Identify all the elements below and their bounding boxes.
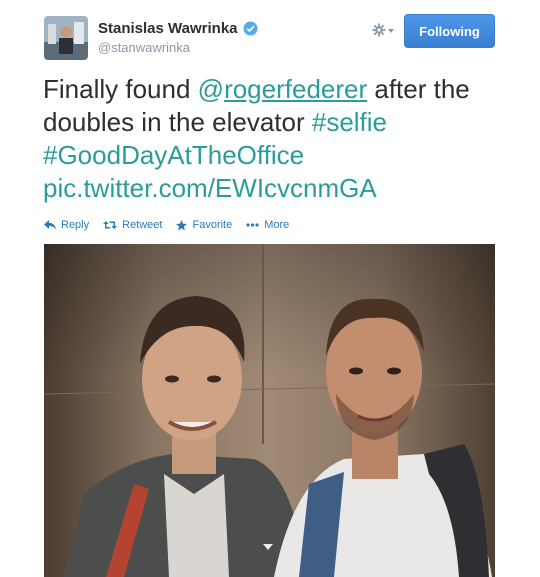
mention-at: @ [197, 74, 225, 104]
hashtag-link[interactable]: #GoodDayAtTheOffice [43, 140, 304, 170]
more-button[interactable]: More [246, 219, 289, 231]
avatar-image [44, 16, 88, 60]
tweet-photo[interactable] [44, 244, 495, 577]
tweet-card: Stanislas Wawrinka @stanwawrinka Followi… [0, 0, 540, 577]
user-handle[interactable]: @stanwawrinka [98, 40, 258, 55]
retweet-label: Retweet [122, 219, 163, 231]
tweet-actions: Reply Retweet Favorite More [44, 219, 289, 231]
reply-icon [44, 220, 56, 230]
user-names: Stanislas Wawrinka @stanwawrinka [98, 20, 258, 55]
star-icon [176, 219, 188, 231]
mention-name: rogerfederer [224, 74, 368, 104]
selfie-photo-image [44, 244, 495, 577]
favorite-label: Favorite [192, 219, 233, 231]
retweet-icon [103, 221, 118, 229]
hashtag-link[interactable]: #selfie [312, 107, 387, 137]
more-label: More [264, 219, 290, 231]
mention-link[interactable]: @rogerfederer [198, 74, 367, 104]
gear-icon [372, 23, 386, 37]
verified-badge-icon [242, 21, 258, 36]
avatar[interactable] [44, 16, 88, 60]
user-fullname[interactable]: Stanislas Wawrinka [98, 20, 238, 37]
tweet-text: Finally found @rogerfederer after the do… [43, 73, 513, 205]
more-dots-icon [246, 223, 259, 227]
reply-label: Reply [61, 219, 90, 231]
following-button[interactable]: Following [404, 14, 495, 48]
favorite-button[interactable]: Favorite [176, 219, 232, 231]
chevron-down-icon [388, 29, 394, 33]
settings-dropdown[interactable] [372, 23, 394, 37]
pic-link[interactable]: pic.twitter.com/EWIcvcnmGA [43, 173, 377, 203]
reply-button[interactable]: Reply [44, 219, 89, 231]
tweet-text-part: Finally found [43, 74, 198, 104]
retweet-button[interactable]: Retweet [103, 219, 162, 231]
